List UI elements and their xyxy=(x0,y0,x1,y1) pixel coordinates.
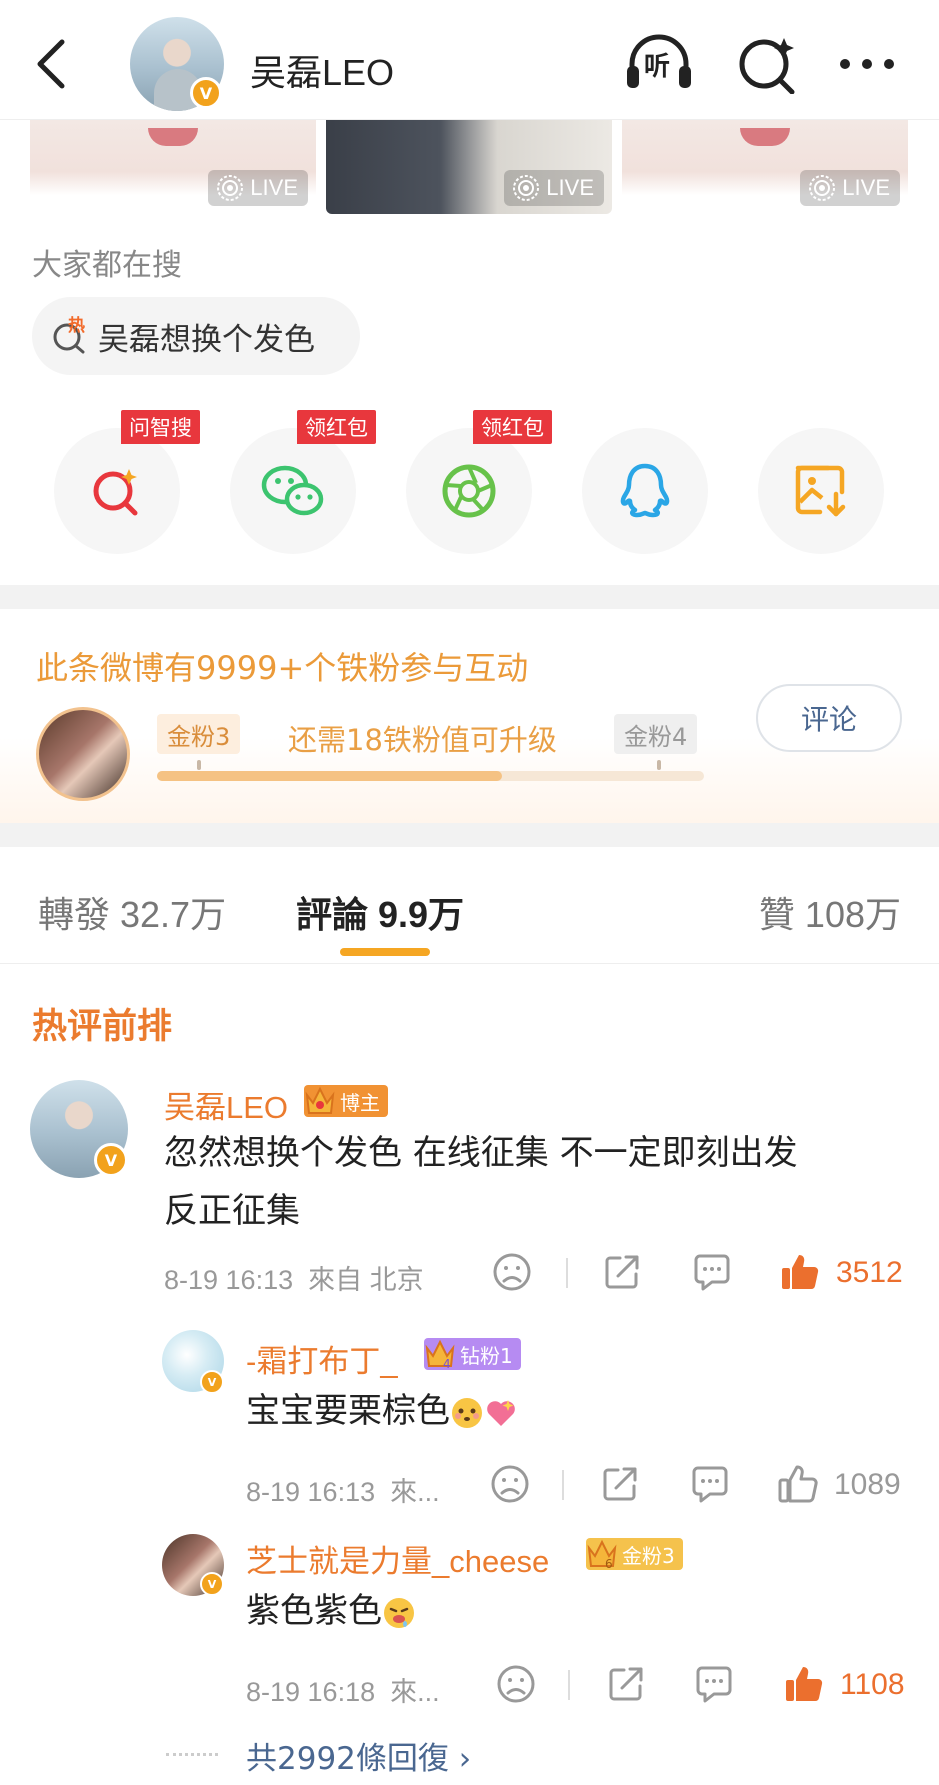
live-icon xyxy=(809,175,836,201)
verified-badge-icon: V xyxy=(200,1370,224,1394)
share-moments-button[interactable]: 领红包 xyxy=(406,410,552,554)
more-icon[interactable] xyxy=(832,34,902,94)
listen-icon[interactable]: 听 xyxy=(624,34,694,94)
drooling-face-emoji-icon xyxy=(384,1597,414,1628)
hot-search-query: 吴磊想换个发色 xyxy=(98,321,315,358)
active-tab-indicator xyxy=(340,948,430,956)
crown-icon xyxy=(305,1086,335,1114)
verified-badge-icon: V xyxy=(200,1572,224,1596)
author-name[interactable]: 吴磊LEO xyxy=(250,44,394,96)
dislike-icon[interactable] xyxy=(488,1462,532,1506)
section-divider xyxy=(0,585,939,609)
share-icon[interactable] xyxy=(600,1250,644,1294)
share-wechat-button[interactable]: 领红包 xyxy=(230,410,376,554)
progress-tick-end xyxy=(657,760,661,770)
fan-badge: 4 钻粉1 xyxy=(424,1338,521,1371)
heart-emoji-icon xyxy=(487,1399,515,1426)
like-count: 1108 xyxy=(840,1668,905,1701)
author-badge: 博主 xyxy=(304,1085,388,1117)
listen-label: 听 xyxy=(644,52,671,82)
commenter-name[interactable]: -霜打布丁_ xyxy=(246,1336,398,1381)
dislike-icon[interactable] xyxy=(494,1662,538,1706)
live-photo-strip: LIVE LIVE LIVE xyxy=(30,120,908,214)
crown-icon: 6 xyxy=(587,1539,617,1571)
tab-comment[interactable]: 評論 9.9万 xyxy=(296,886,464,938)
live-icon xyxy=(217,175,244,201)
share-icon[interactable] xyxy=(604,1662,648,1706)
search-spark-icon[interactable] xyxy=(734,34,804,94)
crown-icon: 4 xyxy=(425,1339,455,1371)
tab-like[interactable]: 贊 108万 xyxy=(759,886,901,938)
wechat-icon xyxy=(261,465,324,516)
live-photo-2[interactable]: LIVE xyxy=(326,120,612,214)
commenter-name[interactable]: 芝士就是力量_cheese xyxy=(246,1536,549,1581)
verified-badge-icon: V xyxy=(190,77,222,109)
moments-icon xyxy=(442,464,496,518)
save-image-icon xyxy=(795,465,846,517)
fan-progress-fill xyxy=(157,771,502,781)
comment-button[interactable]: 评论 xyxy=(756,684,902,752)
live-tag: LIVE xyxy=(208,170,308,206)
current-fan-level: 金粉3 xyxy=(157,714,241,754)
action-separator xyxy=(562,1470,564,1500)
share-qq-button[interactable] xyxy=(582,428,708,554)
hot-search-chip[interactable]: 热 吴磊想换个发色 xyxy=(32,297,360,375)
shy-face-emoji-icon xyxy=(452,1397,482,1428)
section-divider xyxy=(0,823,939,847)
verified-badge-icon: V xyxy=(94,1143,128,1177)
upgrade-hint: 还需18铁粉值可升级 xyxy=(288,723,557,757)
like-icon[interactable] xyxy=(782,1662,826,1706)
progress-tick-start xyxy=(197,760,201,770)
comment-meta: 8-19 16:13 來自 北京 xyxy=(164,1265,424,1295)
commenter-name[interactable]: 吴磊LEO xyxy=(164,1082,288,1127)
live-icon xyxy=(513,175,540,201)
svg-text:4: 4 xyxy=(443,1357,451,1371)
back-arrow-icon[interactable] xyxy=(30,36,74,92)
hot-search-icon: 热 xyxy=(50,316,88,355)
fan-badge: 6 金粉3 xyxy=(586,1538,683,1571)
live-tag: LIVE xyxy=(504,170,604,206)
reply-icon[interactable] xyxy=(690,1250,734,1294)
live-photo-1[interactable]: LIVE xyxy=(30,120,316,214)
share-row: 问智搜 领红包 领红包 xyxy=(54,410,884,554)
live-tag: LIVE xyxy=(800,170,900,206)
action-separator xyxy=(566,1258,568,1288)
comment-meta: 8-19 16:18 來... xyxy=(246,1677,440,1707)
save-image-button[interactable] xyxy=(758,428,884,554)
hot-comments-heading: 热评前排 xyxy=(32,1007,173,1047)
comment-text: 紫色紫色 xyxy=(246,1582,416,1640)
like-count: 3512 xyxy=(836,1256,903,1289)
iron-fans-card: 此条微博有9999+个铁粉参与互动 金粉3 还需18铁粉值可升级 金粉4 评论 xyxy=(0,609,939,823)
like-count: 1089 xyxy=(834,1468,901,1501)
trending-search-title: 大家都在搜 xyxy=(32,248,182,283)
my-avatar[interactable] xyxy=(36,707,130,801)
fan-progress-bar xyxy=(157,771,704,781)
comment-text: 忽然想换个发色 在线征集 不一定即刻出发 反正征集 xyxy=(164,1133,798,1231)
like-icon[interactable] xyxy=(778,1250,822,1294)
replies-divider xyxy=(166,1753,218,1756)
tab-repost[interactable]: 轉發 32.7万 xyxy=(38,886,226,938)
reply-icon[interactable] xyxy=(692,1662,736,1706)
share-tag: 领红包 xyxy=(297,410,376,444)
reply-icon[interactable] xyxy=(688,1462,732,1506)
live-photo-3[interactable]: LIVE xyxy=(622,120,908,214)
iron-fans-title: 此条微博有9999+个铁粉参与互动 xyxy=(36,649,529,687)
interaction-tabs: 轉發 32.7万 評論 9.9万 贊 108万 xyxy=(0,848,939,964)
share-tag: 问智搜 xyxy=(121,410,200,444)
share-tag: 领红包 xyxy=(473,410,552,444)
svg-text:6: 6 xyxy=(605,1557,613,1571)
comment-text: 宝宝要栗棕色 xyxy=(246,1382,518,1440)
action-separator xyxy=(568,1670,570,1700)
like-icon[interactable] xyxy=(776,1462,820,1506)
view-all-replies-link[interactable]: 共2992條回復 › xyxy=(246,1733,471,1778)
top-bar: V 吴磊LEO 听 xyxy=(0,0,939,120)
next-fan-level: 金粉4 xyxy=(614,714,698,754)
share-icon[interactable] xyxy=(598,1462,642,1506)
ai-search-icon xyxy=(93,469,138,516)
dislike-icon[interactable] xyxy=(490,1250,534,1294)
qq-icon xyxy=(620,463,670,518)
share-ai-search-button[interactable]: 问智搜 xyxy=(54,410,200,554)
comment-meta: 8-19 16:13 來... xyxy=(246,1477,440,1507)
